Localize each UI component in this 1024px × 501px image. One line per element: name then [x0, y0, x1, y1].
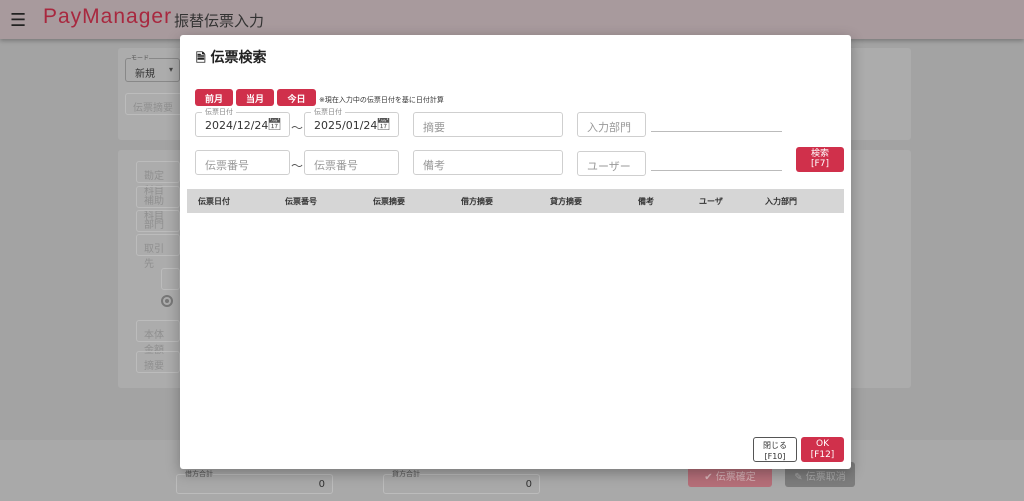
memo-field[interactable]: 摘要	[136, 351, 180, 373]
search-button[interactable]: 検索 [F7]	[796, 147, 844, 172]
search-document-icon: 🗎	[196, 51, 206, 65]
summary-field[interactable]: 伝票摘要	[125, 93, 185, 115]
dropdown-arrow-icon: ▾	[169, 65, 174, 74]
prev-month-button[interactable]: 前月	[195, 89, 233, 106]
date-note: ※現在入力中の伝票日付を基に日付計算	[319, 96, 444, 104]
ok-button[interactable]: OK [F12]	[801, 437, 844, 462]
column-header[interactable]: 借方摘要	[461, 196, 493, 207]
credit-total: 貸方合計 0	[383, 469, 540, 494]
tax-field[interactable]	[161, 268, 180, 290]
number-from-input[interactable]: 伝票番号	[195, 150, 290, 175]
app-logo: PayManager	[43, 5, 173, 28]
date-from-field[interactable]: 伝票日付 2024/12/24 📅︎	[195, 107, 290, 137]
department-field[interactable]: 部門	[136, 210, 180, 232]
remarks-input[interactable]: 備考	[413, 150, 563, 175]
today-button[interactable]: 今日	[277, 89, 316, 106]
amount-field[interactable]: 本体金額	[136, 320, 180, 356]
column-header[interactable]: 伝票摘要	[373, 196, 405, 207]
radio-button[interactable]	[161, 295, 173, 307]
number-to-input[interactable]: 伝票番号	[304, 150, 399, 175]
user-input[interactable]: ユーザー	[577, 151, 646, 176]
results-table-header: 伝票日付 伝票番号 伝票摘要 借方摘要 貸方摘要 備考 ユーザ 入力部門	[187, 189, 844, 213]
this-month-button[interactable]: 当月	[236, 89, 274, 106]
column-header[interactable]: 入力部門	[765, 196, 797, 207]
results-table-body	[187, 213, 844, 428]
column-header[interactable]: 貸方摘要	[550, 196, 582, 207]
column-header[interactable]: ユーザ	[699, 196, 723, 207]
calendar-icon[interactable]: 📅︎	[267, 117, 282, 131]
summary-input[interactable]: 摘要	[413, 112, 563, 137]
date-to-field[interactable]: 伝票日付 2025/01/24 📅︎	[304, 107, 399, 137]
user-name-display	[651, 170, 782, 171]
dialog-title: 🗎 伝票検索	[196, 50, 267, 66]
page-title: 振替伝票入力	[174, 12, 265, 30]
department-name-display	[651, 131, 782, 132]
column-header[interactable]: 伝票日付	[198, 196, 230, 207]
mode-select[interactable]: モード 新規 ▾	[125, 53, 180, 82]
close-button[interactable]: 閉じる [F10]	[753, 437, 797, 462]
hamburger-icon[interactable]: ☰	[10, 10, 26, 31]
sub-account-field[interactable]: 補助科目	[136, 186, 180, 222]
account-field[interactable]: 勘定科目	[136, 161, 180, 197]
voucher-search-dialog: 🗎 伝票検索 前月 当月 今日 ※現在入力中の伝票日付を基に日付計算 伝票日付 …	[180, 35, 851, 469]
department-input[interactable]: 入力部門	[577, 112, 646, 137]
calendar-icon[interactable]: 📅︎	[376, 117, 391, 131]
partner-field[interactable]: 取引先	[136, 234, 180, 270]
column-header[interactable]: 伝票番号	[285, 196, 317, 207]
debit-total: 借方合計 0	[176, 469, 333, 494]
app-header: ☰ PayManager 振替伝票入力	[0, 0, 1024, 39]
column-header[interactable]: 備考	[638, 196, 654, 207]
